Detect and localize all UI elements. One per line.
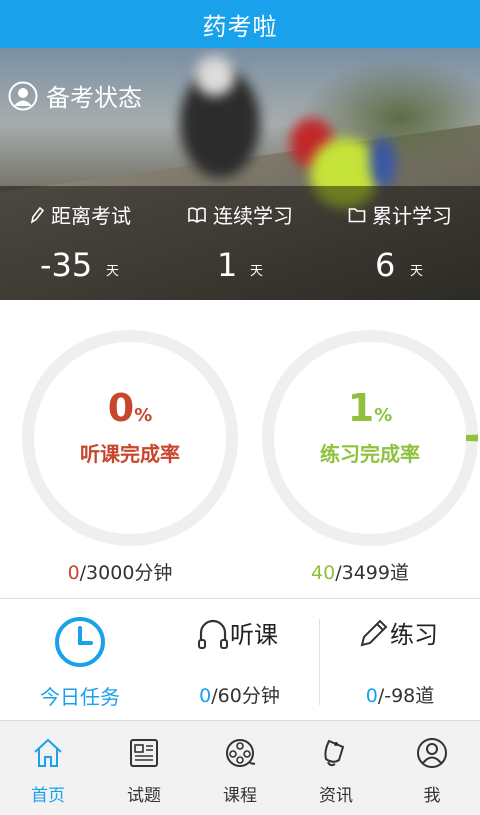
document-icon — [130, 739, 158, 767]
avatar-icon — [8, 81, 38, 110]
app-title: 药考啦 — [202, 12, 278, 41]
tab-home[interactable]: 首页 — [0, 721, 96, 815]
practice-title: 练习 — [390, 621, 438, 649]
listening-count: 0/3000分钟 — [67, 562, 173, 584]
listen-progress: 0/60分钟 — [199, 685, 280, 707]
exam-status-label: 备考状态 — [46, 84, 142, 112]
tab-courses[interactable]: 课程 — [192, 721, 288, 815]
stat-unit: 天 — [410, 264, 424, 279]
pencil-icon — [30, 206, 45, 224]
practice-progress: 0/-98道 — [365, 685, 435, 707]
home-icon — [34, 738, 62, 767]
today-task-label: 今日任务 — [40, 685, 120, 709]
practice-progress-ring[interactable]: 1% 练习完成率 — [262, 330, 478, 546]
today-tasks-row: 今日任务 听课 0/60分钟 练习 0/-98道 — [0, 598, 480, 719]
headphones-icon — [198, 619, 228, 649]
stat-value: 1 — [217, 246, 238, 284]
listen-task-button[interactable]: 听课 0/60分钟 — [160, 599, 319, 719]
listen-title: 听课 — [230, 621, 278, 649]
practice-percent: 1% — [347, 386, 393, 430]
film-reel-icon — [226, 739, 256, 767]
practice-count: 40/3499道 — [311, 562, 409, 584]
stat-unit: 天 — [250, 264, 264, 279]
stat-unit: 天 — [106, 264, 120, 279]
listening-progress-ring[interactable]: 0% 听课完成率 — [22, 330, 238, 546]
progress-section: 0% 听课完成率 1% 练习完成率 0/3000分钟 40/3499道 — [0, 300, 480, 598]
stat-value: 6 — [375, 246, 396, 284]
tab-news[interactable]: 资讯 — [288, 721, 384, 815]
app-title-bar: 药考啦 — [0, 0, 480, 48]
pencil-icon — [360, 619, 388, 646]
tab-me[interactable]: 我 — [384, 721, 480, 815]
hero-banner: 备考状态 距离考试 -35 天 连续学习 1 天 累计学习 6 天 — [0, 48, 480, 300]
book-icon — [188, 206, 206, 223]
bell-icon — [324, 739, 345, 767]
practice-rate-label: 练习完成率 — [320, 442, 420, 466]
stat-value: -35 — [40, 246, 93, 284]
tab-questions[interactable]: 试题 — [96, 721, 192, 815]
exam-status-header: 备考状态 — [8, 78, 142, 113]
user-icon — [417, 738, 447, 768]
listening-percent: 0% — [107, 386, 153, 430]
clock-icon — [55, 617, 105, 667]
listening-rate-label: 听课完成率 — [80, 442, 180, 466]
practice-task-button[interactable]: 练习 0/-98道 — [320, 599, 480, 719]
folder-icon — [348, 207, 366, 222]
today-task-button[interactable]: 今日任务 — [0, 599, 160, 719]
bottom-tab-bar: 首页 试题 课程 资讯 我 — [0, 720, 480, 815]
